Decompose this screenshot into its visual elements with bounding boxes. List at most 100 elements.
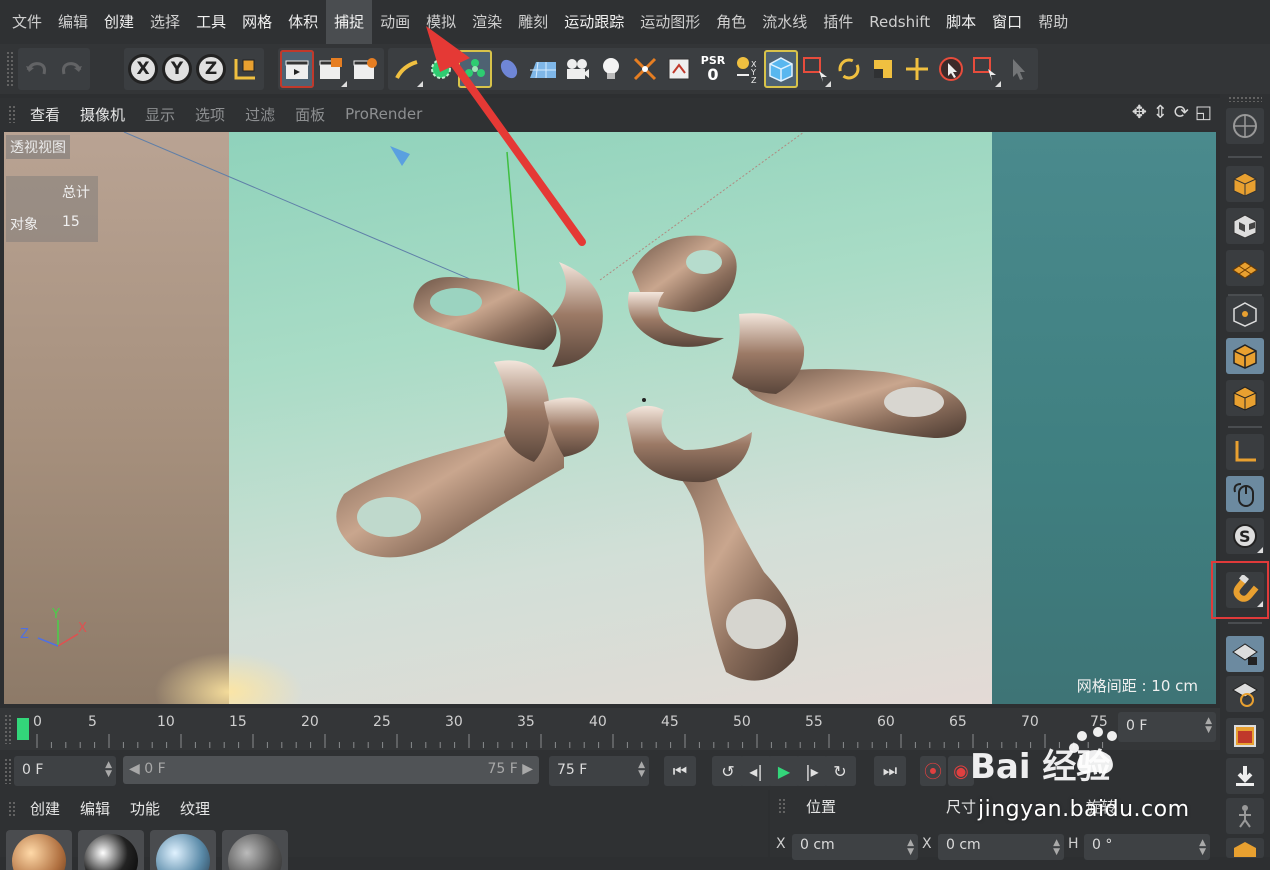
material-swatch[interactable]: [222, 830, 288, 870]
mat-menu-texture[interactable]: 纹理: [170, 798, 220, 819]
menu-redshift[interactable]: Redshift: [861, 0, 938, 44]
solo-mode-button[interactable]: S: [1226, 518, 1264, 554]
vp-menu-display[interactable]: 显示: [135, 104, 185, 125]
vp-menu-panel[interactable]: 面板: [285, 104, 335, 125]
point-mode-button[interactable]: [1226, 296, 1264, 332]
tab-size[interactable]: 尺寸: [946, 796, 976, 817]
redo-button[interactable]: [54, 50, 88, 88]
scale-tool-button[interactable]: [866, 50, 900, 88]
transport-grip[interactable]: [4, 758, 12, 784]
vp-menu-view[interactable]: 查看: [20, 104, 70, 125]
menu-simulate[interactable]: 模拟: [418, 0, 464, 44]
psr-button[interactable]: PSR 0: [696, 50, 730, 88]
pos-x-field[interactable]: 0 cm ▲ ▼: [792, 834, 918, 860]
viewport-solo-button[interactable]: [1226, 718, 1264, 754]
menu-file[interactable]: 文件: [4, 0, 50, 44]
select-button[interactable]: [968, 50, 1002, 88]
y-axis-lock-button[interactable]: Y: [160, 50, 194, 88]
menu-pipeline[interactable]: 流水线: [754, 0, 815, 44]
make-editable-button[interactable]: [1226, 108, 1264, 144]
mat-menu-edit[interactable]: 编辑: [70, 798, 120, 819]
tab-position[interactable]: 位置: [806, 796, 836, 817]
vp-menu-prorender[interactable]: ProRender: [335, 105, 432, 123]
z-axis-lock-button[interactable]: Z: [194, 50, 228, 88]
toolbar-grip[interactable]: [6, 51, 14, 87]
x-axis-lock-button[interactable]: X: [126, 50, 160, 88]
texture-mode-button[interactable]: [1226, 208, 1264, 244]
3d-viewport[interactable]: 透视视图 总计 对象 15 Y X Z 网格间距 : 10 cm: [4, 132, 1216, 704]
align-workplane-button[interactable]: [1226, 676, 1264, 712]
render-picture-viewer-button[interactable]: [314, 50, 348, 88]
vp-menu-camera[interactable]: 摄像机: [70, 104, 135, 125]
menu-edit[interactable]: 编辑: [50, 0, 96, 44]
edge-mode-button[interactable]: [1226, 338, 1264, 374]
coordinates-button[interactable]: XYZ: [730, 50, 764, 88]
menu-snap[interactable]: 捕捉: [326, 0, 373, 44]
array-button[interactable]: [458, 50, 492, 88]
workplane-mode-button[interactable]: [1226, 250, 1264, 286]
pen-tool-button[interactable]: [390, 50, 424, 88]
scene-button[interactable]: [662, 50, 696, 88]
palette-grip[interactable]: [1228, 96, 1262, 102]
menu-mesh[interactable]: 网格: [234, 0, 280, 44]
material-swatch[interactable]: [78, 830, 144, 870]
start-frame-field[interactable]: 0 F ▲ ▼: [14, 756, 116, 786]
material-grip[interactable]: [8, 800, 16, 817]
attr-grip[interactable]: [778, 798, 786, 814]
menu-help[interactable]: 帮助: [1030, 0, 1076, 44]
camera-button[interactable]: [560, 50, 594, 88]
subdivision-button[interactable]: [424, 50, 458, 88]
menu-create[interactable]: 创建: [96, 0, 142, 44]
preview-range-slider[interactable]: ◀ 0 F 75 F ▶: [123, 756, 539, 784]
mat-menu-create[interactable]: 创建: [20, 798, 70, 819]
coordinate-system-button[interactable]: [228, 50, 262, 88]
cursor-tool-button[interactable]: [1002, 50, 1036, 88]
render-settings-button[interactable]: [348, 50, 382, 88]
orbit-view-icon[interactable]: ⟳: [1174, 102, 1189, 123]
more-tools-button[interactable]: [1226, 838, 1264, 858]
record-keys-button[interactable]: ⦿: [920, 756, 946, 786]
rotate-tool-button[interactable]: [832, 50, 866, 88]
menu-animate[interactable]: 动画: [372, 0, 418, 44]
material-swatch[interactable]: [6, 830, 72, 870]
menu-select[interactable]: 选择: [142, 0, 188, 44]
polygon-mode-button[interactable]: [1226, 380, 1264, 416]
menu-render[interactable]: 渲染: [464, 0, 510, 44]
effector-button[interactable]: [628, 50, 662, 88]
model-mode-palette-button[interactable]: [1226, 166, 1264, 202]
lock-workplane-button[interactable]: [1226, 636, 1264, 672]
maximize-view-icon[interactable]: ◱: [1195, 102, 1212, 123]
vp-menu-options[interactable]: 选项: [185, 104, 235, 125]
dolly-view-icon[interactable]: ⇕: [1153, 102, 1168, 123]
menu-plugins[interactable]: 插件: [815, 0, 861, 44]
live-select-button[interactable]: [934, 50, 968, 88]
floor-button[interactable]: [526, 50, 560, 88]
rot-h-field[interactable]: 0 ° ▲ ▼: [1084, 834, 1210, 860]
tweak-mode-button[interactable]: [1226, 476, 1264, 512]
menu-character[interactable]: 角色: [708, 0, 754, 44]
menu-volume[interactable]: 体积: [280, 0, 326, 44]
menu-tools[interactable]: 工具: [188, 0, 234, 44]
vp-menu-filter[interactable]: 过滤: [235, 104, 285, 125]
menu-sculpt[interactable]: 雕刻: [510, 0, 556, 44]
size-x-field[interactable]: 0 cm ▲ ▼: [938, 834, 1064, 860]
material-swatch[interactable]: [150, 830, 216, 870]
model-mode-button[interactable]: [764, 50, 798, 88]
download-button[interactable]: [1226, 758, 1264, 794]
go-to-end-button[interactable]: ⏭: [874, 756, 906, 786]
move-tool-button[interactable]: [900, 50, 934, 88]
viewport-grip[interactable]: [8, 105, 16, 123]
menu-window[interactable]: 窗口: [984, 0, 1030, 44]
light-button[interactable]: [594, 50, 628, 88]
end-frame-field[interactable]: 75 F ▲ ▼: [549, 756, 649, 786]
menu-motion-tracking[interactable]: 运动跟踪: [556, 0, 632, 44]
enable-axis-button[interactable]: [1226, 434, 1264, 470]
mat-menu-function[interactable]: 功能: [120, 798, 170, 819]
deformer-button[interactable]: [492, 50, 526, 88]
menu-mograph[interactable]: 运动图形: [632, 0, 708, 44]
go-to-start-button[interactable]: ⏮: [664, 756, 696, 786]
rect-select-button[interactable]: [798, 50, 832, 88]
render-view-button[interactable]: [280, 50, 314, 88]
next-key-button[interactable]: ↻: [824, 756, 856, 786]
character-button[interactable]: [1226, 798, 1264, 834]
